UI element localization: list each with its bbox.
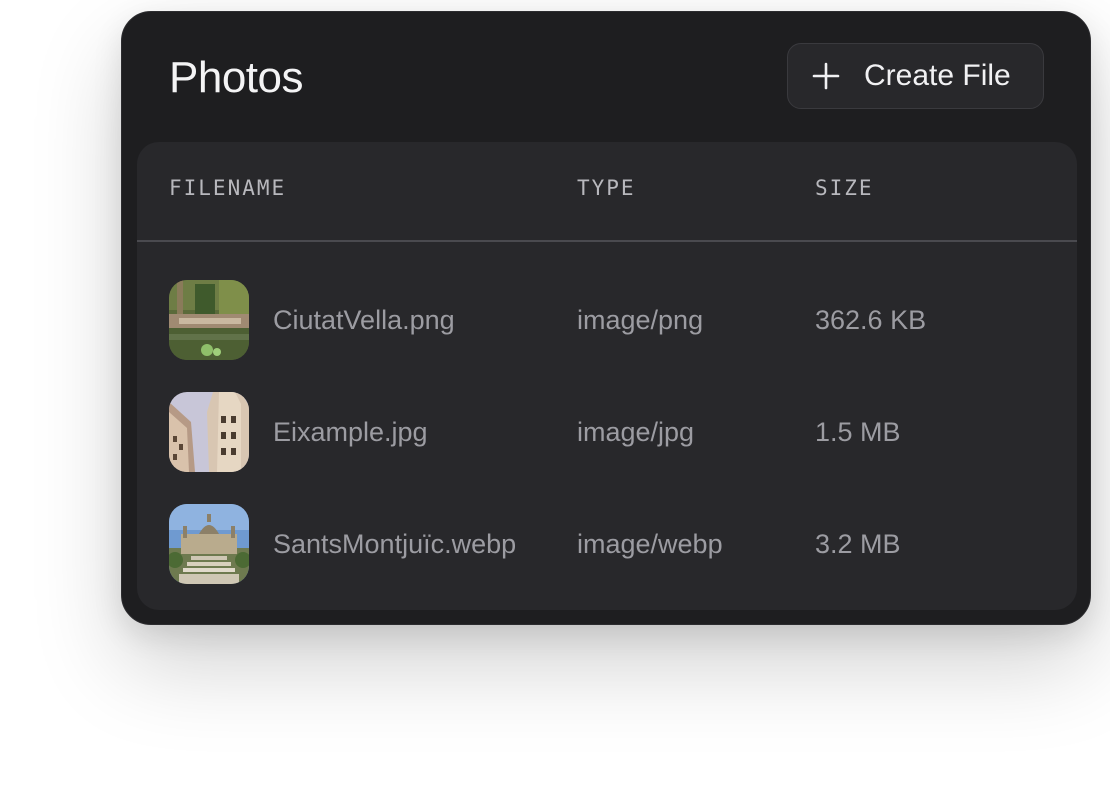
palace-thumbnail [169,504,249,584]
photos-card: Photos Create File FILENAME TYPE SIZE Ci… [121,11,1091,625]
size-cell: 3.2 MB [815,529,901,559]
plus-icon [812,62,840,90]
buildings-sky-thumbnail [169,392,249,472]
filename-cell: SantsMontjuïc.webp [273,529,517,559]
filename-cell: Eixample.jpg [273,417,428,447]
create-file-button[interactable]: Create File [787,43,1044,109]
park-pond-thumbnail [169,280,249,360]
column-header-type[interactable]: TYPE [577,176,636,200]
table-row[interactable]: SantsMontjuïc.webp image/webp 3.2 MB [137,484,1077,596]
page-title: Photos [169,53,303,102]
create-file-label: Create File [864,59,1011,92]
table-header: FILENAME TYPE SIZE [137,142,1077,242]
type-cell: image/jpg [577,417,695,447]
type-cell: image/png [577,305,704,335]
column-header-filename[interactable]: FILENAME [169,176,286,200]
size-cell: 1.5 MB [815,417,901,447]
column-header-size[interactable]: SIZE [815,176,874,200]
table-row[interactable]: Eixample.jpg image/jpg 1.5 MB [137,372,1077,484]
size-cell: 362.6 KB [815,305,927,335]
type-cell: image/webp [577,529,723,559]
table-row[interactable]: CiutatVella.png image/png 362.6 KB [137,260,1077,372]
files-table: FILENAME TYPE SIZE CiutatVella.png image… [137,142,1077,610]
filename-cell: CiutatVella.png [273,305,455,335]
